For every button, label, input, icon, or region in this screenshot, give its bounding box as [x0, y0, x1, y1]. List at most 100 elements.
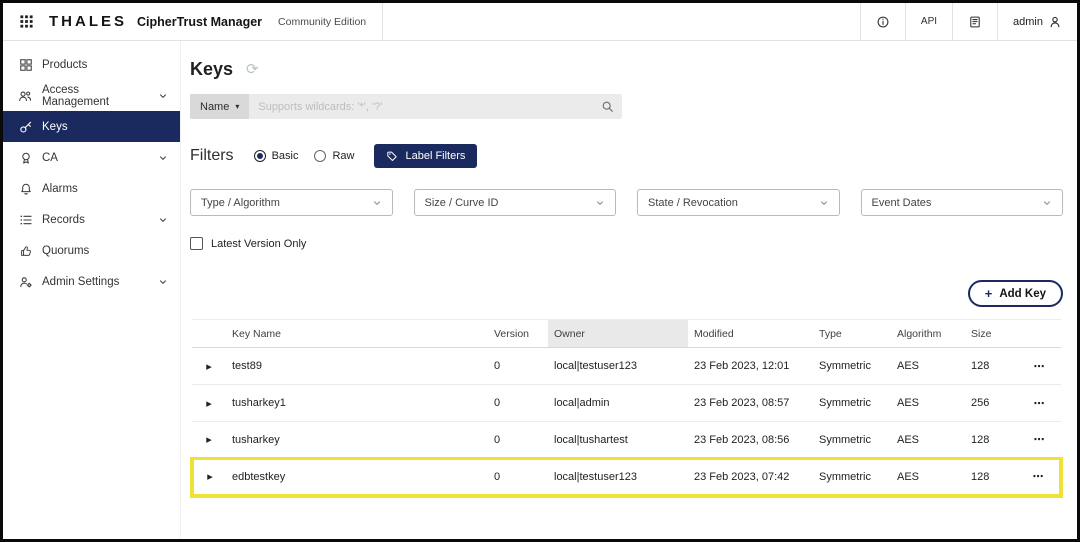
cell-key-name: tusharkey1 — [226, 385, 488, 422]
dropdown-label: Event Dates — [872, 197, 932, 209]
sidebar-item-alarms[interactable]: Alarms — [3, 173, 180, 204]
chevron-down-icon — [158, 153, 168, 163]
expand-column-header — [192, 320, 226, 348]
filter-mode-basic[interactable]: Basic — [254, 150, 299, 162]
table-row[interactable]: ▸ tusharkey1 0 local|admin 23 Feb 2023, … — [192, 385, 1061, 422]
cell-key-name: tusharkey — [226, 422, 488, 459]
row-actions-icon[interactable]: ⋯ — [1017, 422, 1061, 459]
row-expand-icon[interactable]: ▸ — [192, 422, 226, 459]
filter-mode-raw[interactable]: Raw — [314, 150, 354, 162]
latest-version-checkbox[interactable] — [190, 237, 203, 250]
app-title: CipherTrust Manager — [137, 15, 262, 29]
refresh-icon[interactable]: ⟳ — [246, 62, 259, 77]
label-filters-button[interactable]: Label Filters — [374, 144, 477, 168]
main-content: Keys ⟳ Name ▾ Filters Ba — [181, 41, 1077, 539]
certificate-icon — [18, 150, 33, 165]
cell-size: 128 — [965, 459, 1017, 496]
dropdown-label: Type / Algorithm — [201, 197, 280, 209]
info-icon — [876, 15, 890, 29]
sidebar-item-keys[interactable]: Keys — [3, 111, 180, 142]
latest-version-label: Latest Version Only — [211, 238, 306, 250]
cell-algorithm: AES — [891, 348, 965, 385]
sidebar-item-products[interactable]: Products — [3, 49, 180, 80]
sidebar-item-ca[interactable]: CA — [3, 142, 180, 173]
edition-label: Community Edition — [278, 16, 366, 28]
sidebar-item-access-management[interactable]: Access Management — [3, 80, 180, 111]
row-actions-icon[interactable]: ⋯ — [1017, 348, 1061, 385]
row-expand-icon[interactable]: ▸ — [192, 385, 226, 422]
column-size[interactable]: Size — [965, 320, 1017, 348]
type-algorithm-dropdown[interactable]: Type / Algorithm — [190, 189, 393, 216]
top-header: THALES CipherTrust Manager Community Edi… — [3, 3, 1077, 41]
radio-raw[interactable] — [314, 150, 326, 162]
row-actions-icon[interactable]: ⋯ — [1017, 459, 1061, 496]
thales-logo: THALES — [49, 13, 127, 30]
cell-version: 0 — [488, 459, 548, 496]
cell-version: 0 — [488, 385, 548, 422]
header-actions: API admin — [860, 3, 1077, 40]
column-algorithm[interactable]: Algorithm — [891, 320, 965, 348]
table-header-row: Key Name Version Owner Modified Type Alg… — [192, 320, 1061, 348]
sidebar-item-label: Admin Settings — [42, 276, 119, 288]
keys-table: Key Name Version Owner Modified Type Alg… — [190, 319, 1063, 498]
list-icon — [18, 212, 33, 227]
info-button[interactable] — [860, 3, 905, 40]
column-version[interactable]: Version — [488, 320, 548, 348]
cell-owner: local|admin — [548, 385, 688, 422]
user-menu[interactable]: admin — [997, 3, 1077, 40]
sidebar-item-label: Access Management — [42, 84, 149, 108]
sidebar-item-admin-settings[interactable]: Admin Settings — [3, 266, 180, 297]
sidebar-item-label: CA — [42, 152, 58, 164]
table-row[interactable]: ▸ tusharkey 0 local|tushartest 23 Feb 20… — [192, 422, 1061, 459]
event-dates-dropdown[interactable]: Event Dates — [861, 189, 1064, 216]
user-icon — [1048, 15, 1062, 29]
sidebar-item-quorums[interactable]: Quorums — [3, 235, 180, 266]
caret-down-icon: ▾ — [235, 102, 239, 111]
cell-modified: 23 Feb 2023, 08:57 — [688, 385, 813, 422]
table-row[interactable]: ▸ test89 0 local|testuser123 23 Feb 2023… — [192, 348, 1061, 385]
thumbs-up-icon — [18, 243, 33, 258]
search-field-selector[interactable]: Name ▾ — [190, 94, 249, 119]
size-curve-dropdown[interactable]: Size / Curve ID — [414, 189, 617, 216]
label-filters-text: Label Filters — [405, 150, 465, 162]
row-expand-icon[interactable]: ▸ — [192, 459, 226, 496]
cell-owner: local|testuser123 — [548, 348, 688, 385]
column-modified[interactable]: Modified — [688, 320, 813, 348]
cell-type: Symmetric — [813, 348, 891, 385]
cell-algorithm: AES — [891, 385, 965, 422]
add-key-button[interactable]: + Add Key — [968, 280, 1063, 307]
api-button[interactable]: API — [905, 3, 952, 40]
sidebar-item-label: Alarms — [42, 183, 78, 195]
add-key-label: Add Key — [999, 288, 1046, 300]
cell-key-name: test89 — [226, 348, 488, 385]
sidebar-item-label: Products — [42, 59, 87, 71]
latest-version-row: Latest Version Only — [190, 237, 1063, 250]
sidebar-item-records[interactable]: Records — [3, 204, 180, 235]
users-icon — [18, 88, 33, 103]
column-type[interactable]: Type — [813, 320, 891, 348]
chevron-down-icon — [595, 198, 605, 208]
app-window: THALES CipherTrust Manager Community Edi… — [0, 0, 1080, 542]
state-revocation-dropdown[interactable]: State / Revocation — [637, 189, 840, 216]
header-brand-group: THALES CipherTrust Manager Community Edi… — [3, 3, 383, 40]
cell-modified: 23 Feb 2023, 12:01 — [688, 348, 813, 385]
apps-grid-icon[interactable] — [13, 14, 39, 29]
cell-owner: local|tushartest — [548, 422, 688, 459]
docs-icon — [968, 15, 982, 29]
radio-basic[interactable] — [254, 150, 266, 162]
column-key-name[interactable]: Key Name — [226, 320, 488, 348]
cell-modified: 23 Feb 2023, 07:42 — [688, 459, 813, 496]
cell-size: 128 — [965, 422, 1017, 459]
search-icon[interactable] — [592, 94, 622, 119]
username-label: admin — [1013, 16, 1043, 28]
search-input[interactable] — [249, 94, 592, 119]
row-actions-icon[interactable]: ⋯ — [1017, 385, 1061, 422]
docs-button[interactable] — [952, 3, 997, 40]
table-row-highlighted[interactable]: ▸ edbtestkey 0 local|testuser123 23 Feb … — [192, 459, 1061, 496]
row-expand-icon[interactable]: ▸ — [192, 348, 226, 385]
tag-icon — [386, 150, 398, 162]
column-owner[interactable]: Owner — [548, 320, 688, 348]
key-icon — [18, 119, 33, 134]
chevron-down-icon — [158, 215, 168, 225]
radio-raw-label: Raw — [332, 150, 354, 162]
